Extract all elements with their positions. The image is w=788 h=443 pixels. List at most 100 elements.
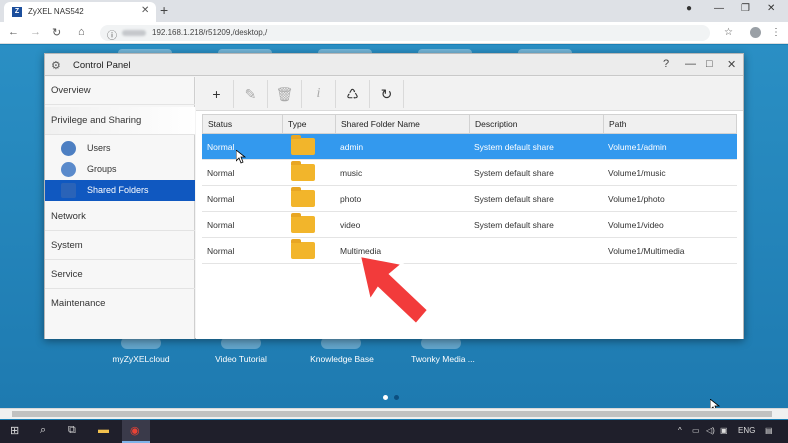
security-icon[interactable]: ⓘ [107,27,117,42]
row-path: Volume1/video [608,220,664,230]
task-view-icon[interactable]: ⧉ [68,424,76,437]
row-path: Volume1/Multimedia [608,246,685,256]
nav-users[interactable]: Users [45,138,195,159]
profile-avatar[interactable] [750,27,761,38]
forward-icon[interactable]: → [30,26,41,38]
folder-icon [291,213,315,233]
browser-tab[interactable]: Z ZyXEL NAS542 ✕ [4,2,156,22]
url-text: 192.168.1.218/r51209,/desktop,/ [152,28,268,37]
browser-toolbar: ← → ↻ ⌂ ⓘ 192.168.1.218/r51209,/desktop,… [0,22,788,44]
nav-overview[interactable]: Overview [45,77,195,105]
nav-network[interactable]: Network [45,203,195,231]
col-path[interactable]: Path [604,115,737,134]
table-row[interactable]: Normal photo System default share Volume… [202,186,737,212]
close-tab-icon[interactable]: ✕ [141,5,149,16]
folder-icon [291,187,315,207]
nav-groups-label: Groups [87,164,117,174]
row-status: Normal [207,194,235,204]
browser-tab-bar: Z ZyXEL NAS542 ✕ + ● — ❐ ✕ [0,0,788,22]
chrome-taskbar-button[interactable]: ◉ [122,420,150,443]
nav-shared-folders[interactable]: Shared Folders [45,180,195,201]
page-dot[interactable] [394,395,399,400]
restore-icon[interactable]: ❐ [741,3,750,14]
folder-icon [291,135,315,155]
table-row[interactable]: Normal music System default share Volume… [202,160,737,186]
windows-taskbar: ⊞ ⌕ ⧉ ▬ ◉ ^ ▭ ◁) ▣ ENG ▤ [0,420,788,443]
file-explorer-icon[interactable]: ▬ [98,424,109,436]
mouse-cursor-icon [236,150,246,164]
window-close-icon[interactable]: ✕ [727,58,736,71]
control-panel-icon: ⚙ [51,60,61,72]
row-status: Normal [207,220,235,230]
table-row[interactable]: Normal admin System default share Volume… [202,134,737,160]
page-dot-active[interactable] [383,395,388,400]
home-icon[interactable]: ⌂ [78,26,85,38]
add-folder-button[interactable]: + [200,80,234,108]
nav-users-label: Users [87,143,111,153]
row-description: System default share [474,142,554,152]
desktop-label-video-tutorial[interactable]: Video Tutorial [196,354,286,364]
network-icon[interactable]: ▭ [692,426,700,435]
profile-menu-icon[interactable]: ● [686,3,692,14]
row-path: Volume1/photo [608,194,665,204]
tray-app-icon[interactable]: ▣ [720,426,728,435]
shared-folders-pane: + ✎ 🗑 i ♺ ↻ Status Type Shared Folder Na… [196,77,743,339]
col-name[interactable]: Shared Folder Name [336,115,470,134]
desktop-label-knowledge-base[interactable]: Knowledge Base [297,354,387,364]
window-maximize-icon[interactable]: □ [706,58,713,70]
row-status: Normal [207,168,235,178]
shared-folders-icon [61,183,76,198]
language-indicator[interactable]: ENG [738,426,755,435]
volume-icon[interactable]: ◁) [706,426,715,435]
info-button[interactable]: i [302,80,336,108]
help-icon[interactable]: ? [663,58,669,70]
nav-maintenance[interactable]: Maintenance [45,290,195,318]
row-name: admin [340,142,364,152]
delete-folder-button[interactable]: 🗑 [268,80,302,108]
row-name: music [340,168,363,178]
horizontal-scrollbar[interactable] [0,408,788,419]
nav-groups[interactable]: Groups [45,159,195,180]
row-status: Normal [207,246,235,256]
row-status: Normal [207,142,235,152]
table-row[interactable]: Normal video System default share Volume… [202,212,737,238]
col-description[interactable]: Description [470,115,604,134]
row-description: System default share [474,194,554,204]
col-type[interactable]: Type [283,115,336,134]
search-icon[interactable]: ⌕ [40,424,46,437]
window-title: Control Panel [73,60,131,71]
menu-dots-icon[interactable]: ⋮ [771,27,781,38]
windows-start-icon[interactable]: ⊞ [10,424,19,437]
close-window-icon[interactable]: ✕ [767,3,775,14]
bookmark-star-icon[interactable]: ☆ [724,27,733,38]
scrollbar-thumb[interactable] [12,411,772,417]
zyxel-favicon-icon: Z [12,7,22,17]
red-pointer-arrow-icon [358,254,430,326]
folder-icon [291,161,315,181]
nav-privilege-and-sharing[interactable]: Privilege and Sharing [45,107,195,135]
row-name: photo [340,194,362,204]
address-bar[interactable]: ⓘ 192.168.1.218/r51209,/desktop,/ [100,25,710,42]
edit-folder-button[interactable]: ✎ [234,80,268,108]
nav-system[interactable]: System [45,232,195,260]
tray-expand-icon[interactable]: ^ [678,426,682,435]
window-minimize-icon[interactable]: — [685,58,696,70]
desktop-label-myzyxelcloud[interactable]: myZyXELcloud [96,354,186,364]
window-titlebar[interactable]: ⚙ Control Panel ? — □ ✕ [45,54,743,76]
folder-icon [291,239,315,259]
control-panel-sidebar: Overview Privilege and Sharing Users Gro… [45,77,195,339]
new-tab-icon[interactable]: + [160,2,168,18]
reload-icon[interactable]: ↻ [52,26,61,39]
table-header: Status Type Shared Folder Name Descripti… [202,114,737,134]
desktop-label-twonky-media[interactable]: Twonky Media ... [398,354,488,364]
nav-service[interactable]: Service [45,261,195,289]
back-icon[interactable]: ← [8,26,19,38]
notifications-icon[interactable]: ▤ [765,426,773,435]
recycle-bin-button[interactable]: ♺ [336,80,370,108]
table-row[interactable]: Normal Multimedia Volume1/Multimedia [202,238,737,264]
row-description: System default share [474,220,554,230]
minimize-icon[interactable]: — [714,3,724,14]
row-path: Volume1/music [608,168,666,178]
col-status[interactable]: Status [203,115,283,134]
refresh-button[interactable]: ↻ [370,80,404,108]
